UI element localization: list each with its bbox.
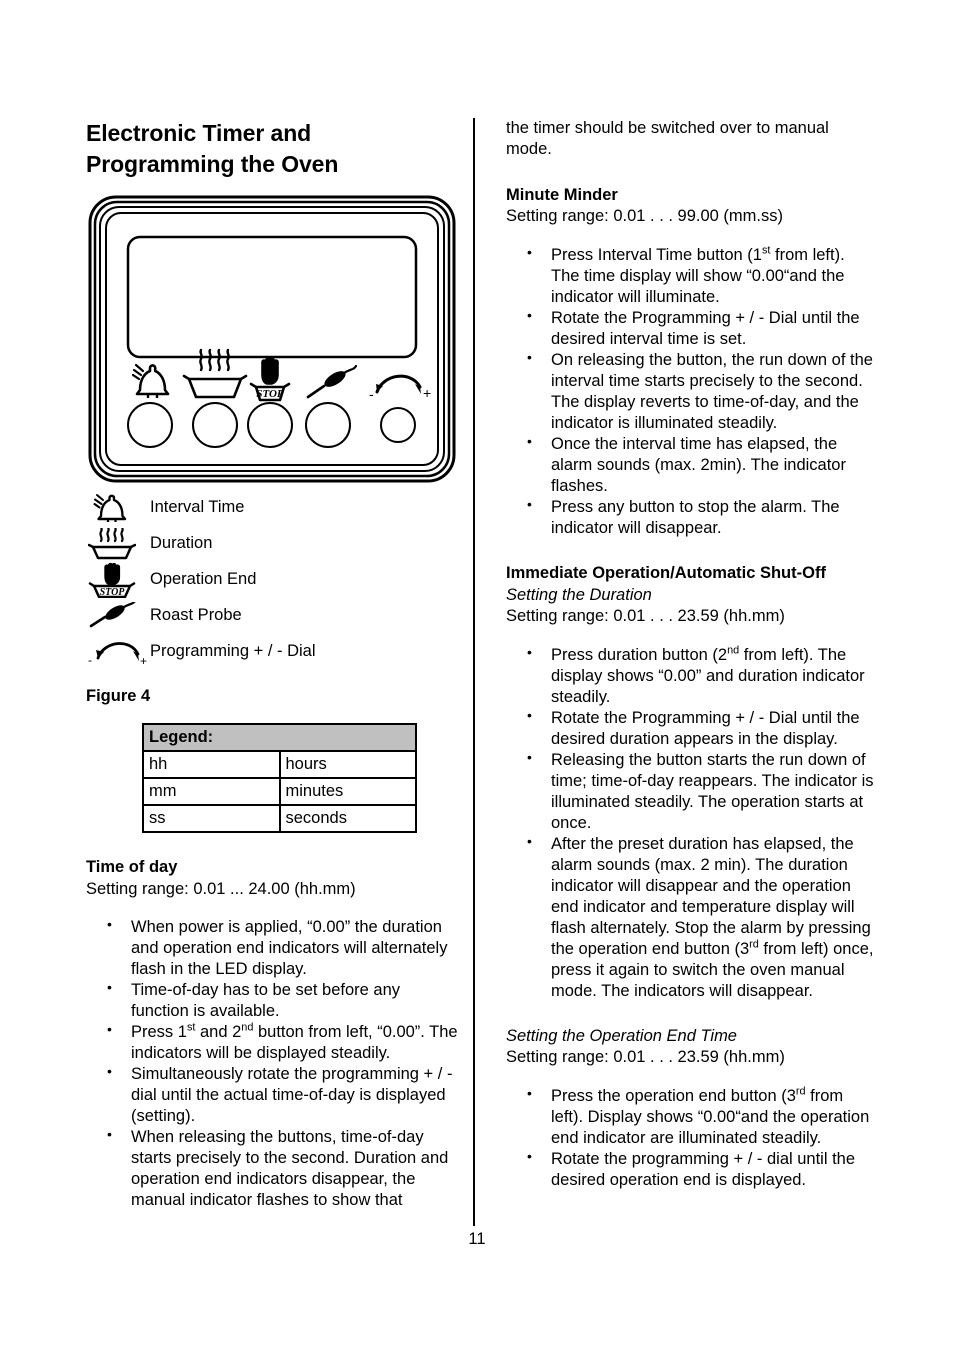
list-item: Once the interval time has elapsed, the … <box>506 433 876 497</box>
bullet-text-pre: Press the operation end button (3 <box>551 1086 796 1105</box>
section-heading-minute-minder: Minute Minder <box>506 185 618 204</box>
dial-plus-label: + <box>423 385 431 401</box>
dial-minus-label: - <box>369 386 374 402</box>
left-column: Electronic Timer and Programming the Ove… <box>86 118 458 1211</box>
list-item: Press the operation end button (3rd from… <box>506 1085 876 1149</box>
ordinal-suffix: nd <box>727 644 740 656</box>
duration-bullets: Press duration button (2nd from left). T… <box>506 643 876 1003</box>
table-row: hh hours <box>142 750 417 780</box>
document-page: Electronic Timer and Programming the Ove… <box>0 0 954 1351</box>
list-item: Time-of-day has to be set before any fun… <box>86 979 458 1022</box>
bullet-text-mid: and 2 <box>195 1023 242 1042</box>
legend-row-interval-time: Interval Time <box>86 490 458 526</box>
operation-end-bullets: Press the operation end button (3rd from… <box>506 1085 876 1191</box>
legend-table: Legend: hh hours mm minutes ss seconds <box>142 723 417 834</box>
list-item: Press duration button (2nd from left). T… <box>506 643 876 708</box>
list-item: After the preset duration has elapsed, t… <box>506 833 876 1002</box>
legend-row-duration: Duration <box>86 526 458 562</box>
legend-icon-list: Interval Time Duration STOP Operation En… <box>86 490 458 670</box>
section-heading-immediate-operation: Immediate Operation/Automatic Shut-Off <box>506 564 826 583</box>
legend-row-programming-dial: - + Programming + / - Dial <box>86 634 458 670</box>
legend-row-operation-end: STOP Operation End <box>86 562 458 599</box>
setting-range-duration: Setting range: 0.01 . . . 23.59 (hh.mm) <box>506 607 785 626</box>
legend-meaning-hh: hours <box>278 750 417 780</box>
time-of-day-bullets: When power is applied, “0.00” the durati… <box>86 916 458 1211</box>
bullet-text-pre: Press 1 <box>131 1023 187 1042</box>
timer-panel-drawing: STOP - + <box>88 195 456 483</box>
svg-text:+: + <box>140 654 147 667</box>
setting-range-time-of-day: Setting range: 0.01 ... 24.00 (hh.mm) <box>86 879 356 898</box>
stop-label: STOP <box>256 388 284 400</box>
bullet-text-pre: Press duration button (2 <box>551 645 728 664</box>
ordinal-suffix: nd <box>241 1021 254 1034</box>
legend-label-roast-probe: Roast Probe <box>150 606 242 625</box>
subsection-heading-operation-end-time: Setting the Operation End Time <box>506 1027 737 1046</box>
list-item: When releasing the buttons, time-of-day … <box>86 1126 458 1211</box>
setting-range-minute-minder: Setting range: 0.01 . . . 99.00 (mm.ss) <box>506 207 783 226</box>
legend-abbr-mm: mm <box>142 777 281 807</box>
legend-table-header: Legend: <box>142 723 417 753</box>
legend-meaning-ss: seconds <box>278 804 417 834</box>
list-item: On releasing the button, the run down of… <box>506 349 876 434</box>
list-item: Rotate the programming + / - dial until … <box>506 1148 876 1191</box>
legend-row-roast-probe: Roast Probe <box>86 598 458 634</box>
list-item: When power is applied, “0.00” the durati… <box>86 916 458 980</box>
page-title: Electronic Timer and Programming the Ove… <box>86 120 339 177</box>
stop-hand-icon: STOP <box>86 562 150 599</box>
legend-abbr-ss: ss <box>142 804 281 834</box>
legend-label-operation-end: Operation End <box>150 570 257 589</box>
bullet-text-pre: Press Interval Time button (1 <box>551 245 762 264</box>
minute-minder-bullets: Press Interval Time button (1st from lef… <box>506 244 876 539</box>
right-column: the timer should be switched over to man… <box>506 118 876 1191</box>
legend-label-duration: Duration <box>150 534 213 553</box>
subsection-heading-setting-duration: Setting the Duration <box>506 585 652 604</box>
list-item: Press Interval Time button (1st from lef… <box>506 244 876 308</box>
table-row: mm minutes <box>142 777 417 807</box>
roast-probe-icon <box>86 602 150 630</box>
list-item: Releasing the button starts the run down… <box>506 749 876 834</box>
column-divider <box>473 118 475 1226</box>
figure-caption: Figure 4 <box>86 687 151 706</box>
list-item: Rotate the Programming + / - Dial until … <box>506 307 876 350</box>
section-heading-time-of-day: Time of day <box>86 858 178 877</box>
list-item: Press 1st and 2nd button from left, “0.0… <box>86 1021 458 1064</box>
list-item: Simultaneously rotate the programming + … <box>86 1063 458 1127</box>
legend-label-interval-time: Interval Time <box>150 498 245 517</box>
steam-pan-icon <box>86 528 150 560</box>
continuation-paragraph: the timer should be switched over to man… <box>506 119 829 159</box>
list-item: Rotate the Programming + / - Dial until … <box>506 707 876 750</box>
table-row-header: Legend: <box>142 723 417 753</box>
dial-arrow-icon: - + <box>86 637 150 667</box>
svg-text:STOP: STOP <box>100 587 126 598</box>
legend-meaning-mm: minutes <box>278 777 417 807</box>
page-number: 11 <box>468 1230 486 1248</box>
list-item: Press any button to stop the alarm. The … <box>506 496 876 539</box>
bell-icon <box>86 492 150 524</box>
ordinal-suffix: rd <box>795 1085 806 1098</box>
legend-label-programming-dial: Programming + / - Dial <box>150 642 316 661</box>
ordinal-suffix: rd <box>749 938 759 951</box>
svg-text:-: - <box>88 653 92 667</box>
setting-range-operation-end: Setting range: 0.01 . . . 23.59 (hh.mm) <box>506 1048 785 1067</box>
table-row: ss seconds <box>142 804 417 834</box>
legend-abbr-hh: hh <box>142 750 281 780</box>
timer-panel-figure: STOP - + <box>86 193 458 490</box>
